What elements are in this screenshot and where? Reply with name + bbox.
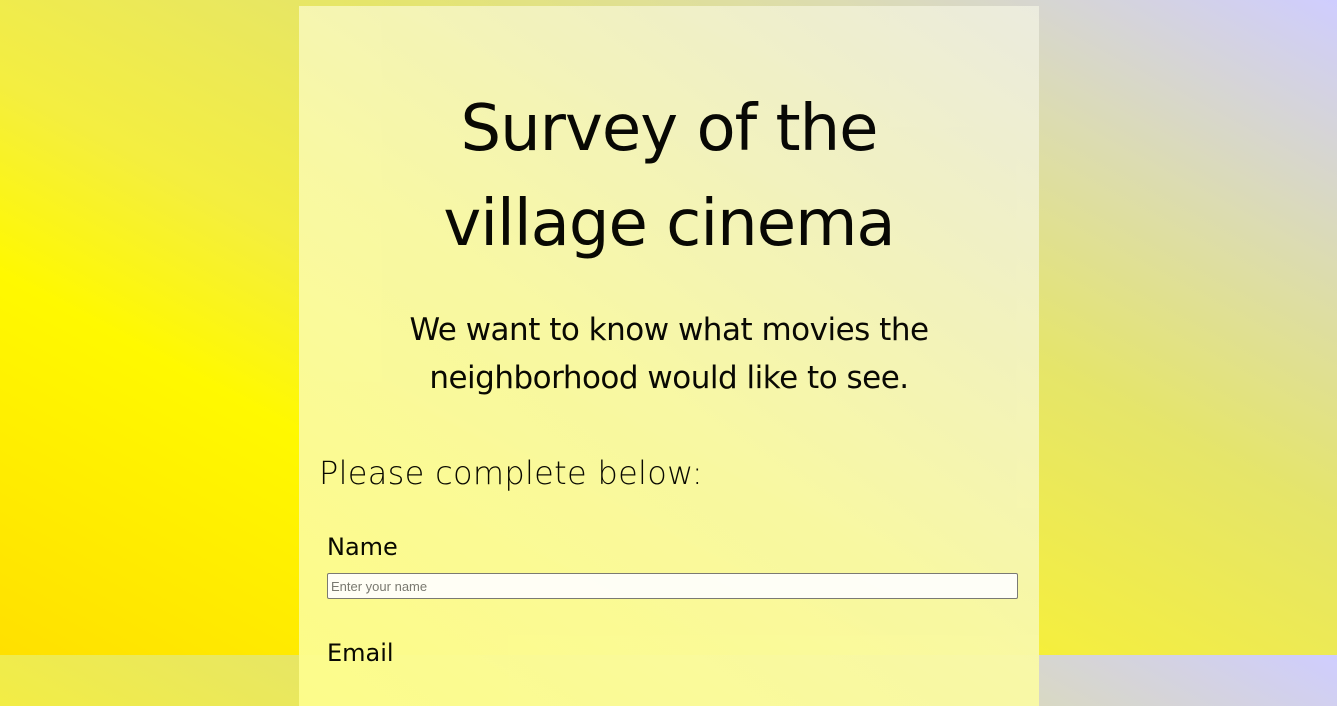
description-line-1: We want to know what movies the [409,312,929,348]
page-title: Survey of the village cinema [299,82,1039,272]
survey-form-card: Survey of the village cinema We want to … [299,6,1039,706]
title-line-2: village cinema [443,187,895,261]
survey-description: We want to know what movies the neighbor… [359,306,979,402]
title-line-1: Survey of the [460,92,878,166]
name-input[interactable] [327,573,1018,599]
description-line-2: neighborhood would like to see. [429,360,909,396]
form-section-heading: Please complete below: [319,454,703,492]
email-label: Email [327,639,394,667]
name-label: Name [327,533,398,561]
